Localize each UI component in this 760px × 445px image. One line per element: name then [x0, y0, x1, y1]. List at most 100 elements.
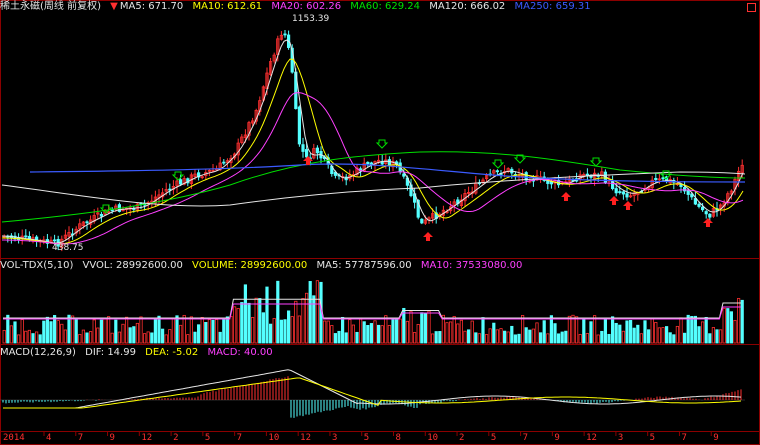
volume-bar [384, 315, 388, 344]
volume-bar [456, 323, 460, 344]
volume-bar [373, 320, 377, 344]
x-axis-tick: 8 [395, 433, 401, 443]
volume-bar [708, 333, 712, 344]
volume-bar [71, 315, 75, 344]
x-axis-tick: 5 [649, 433, 656, 443]
volume-bar [510, 325, 514, 344]
volume-bar [690, 316, 694, 344]
sell-signal-arrow-icon [375, 139, 389, 149]
volume-bar [366, 325, 370, 344]
candlestick-chart[interactable]: 1153.39 438.75 [0, 0, 760, 445]
volume-bar [553, 323, 557, 344]
volume-bar [394, 319, 399, 344]
ma20-line [2, 92, 744, 245]
volume-bar [596, 334, 600, 344]
candle-body [110, 209, 114, 212]
close-indicator-icon[interactable] [747, 3, 756, 12]
volume-bar [358, 318, 363, 344]
candle-body [661, 177, 665, 180]
vol-title: VOL-TDX(5,10) [0, 260, 74, 271]
volume-bar [200, 316, 204, 344]
x-axis-tick: 7 [236, 433, 243, 443]
volume-bar [312, 295, 316, 344]
volume-bar [250, 316, 255, 344]
candle-body [654, 177, 658, 181]
volume-bar [711, 327, 716, 344]
volume-bar [474, 332, 478, 344]
volume-bar [348, 319, 352, 344]
volume-bar [600, 330, 604, 344]
x-axis-tick: 7 [522, 433, 528, 443]
candle-body [697, 203, 701, 207]
candle-body [683, 187, 687, 192]
volume-bar [16, 334, 21, 344]
volume-bar [304, 292, 309, 344]
x-axis-tick: 10 [268, 433, 280, 443]
volume-bar [168, 329, 172, 344]
volume-bar [243, 284, 247, 344]
volume-bar [405, 320, 410, 344]
volume-bar [157, 315, 161, 344]
vvol-value: VVOL: 28992600.00 [82, 260, 183, 271]
volume-bar [322, 320, 327, 344]
candle-body [693, 198, 698, 205]
volume-bar [63, 329, 67, 344]
ma120-value: MA120: 666.02 [429, 1, 506, 12]
volume-bar [344, 332, 348, 344]
volume-bar [369, 323, 374, 344]
volume-bar [153, 318, 157, 344]
volume-bar [679, 317, 683, 344]
volume-bar [207, 319, 211, 344]
volume-bar [492, 322, 496, 344]
volume-bar [49, 321, 53, 344]
volume-bar [387, 325, 392, 344]
ma250-value: MA250: 659.31 [514, 1, 591, 12]
stock-title: 稀土永磁(周线 前复权) [0, 1, 101, 12]
vol-ma5-value: MA5: 57787596.00 [316, 260, 412, 271]
volume-bar [333, 333, 338, 344]
volume-bar [355, 331, 359, 344]
volume-bar [24, 330, 28, 344]
volume-bar [337, 330, 341, 344]
volume-bar [665, 326, 669, 344]
volume-bar [639, 333, 644, 344]
volume-bar [222, 318, 226, 344]
macd-dea-line [3, 377, 742, 409]
volume-bar [502, 330, 507, 344]
volume-bar [261, 312, 266, 344]
volume-bar [53, 315, 57, 344]
macd-header: MACD(12,26,9) DIF: 14.99 DEA: -5.02 MACD… [0, 346, 279, 360]
sell-signal-arrow-icon [491, 159, 505, 169]
volume-bar [614, 322, 618, 344]
sell-signal-arrow-icon [171, 171, 185, 181]
volume-bar [445, 322, 449, 344]
buy-signal-arrow-icon [609, 196, 619, 205]
volume-bar [488, 328, 492, 344]
volume-bar [254, 297, 258, 344]
volume-bar [513, 334, 518, 344]
volume-bar [557, 333, 561, 344]
volume-bar [182, 314, 186, 344]
volume-bar [420, 312, 424, 344]
x-axis-tick: 12 [141, 433, 153, 443]
volume-bar [142, 333, 147, 344]
x-axis-tick: 12 [586, 433, 597, 443]
chart-frame [0, 0, 760, 445]
candle-body [304, 149, 309, 158]
volume-bar [340, 316, 345, 344]
volume-bar [45, 316, 50, 344]
volume-bar [96, 327, 100, 344]
volume-bar [110, 332, 114, 344]
volume-bar [121, 323, 125, 344]
ma5-line [1, 39, 744, 244]
volume-bar [218, 331, 222, 344]
ma10-value: MA10: 612.61 [192, 1, 263, 12]
volume-bar [603, 319, 608, 344]
x-axis-tick: 9 [109, 433, 115, 443]
volume-bar [438, 331, 442, 344]
candle-body [53, 239, 57, 242]
candle-body [621, 191, 626, 195]
volume-bar [726, 308, 730, 344]
candle-body [178, 179, 183, 185]
volume-bar [150, 332, 154, 344]
